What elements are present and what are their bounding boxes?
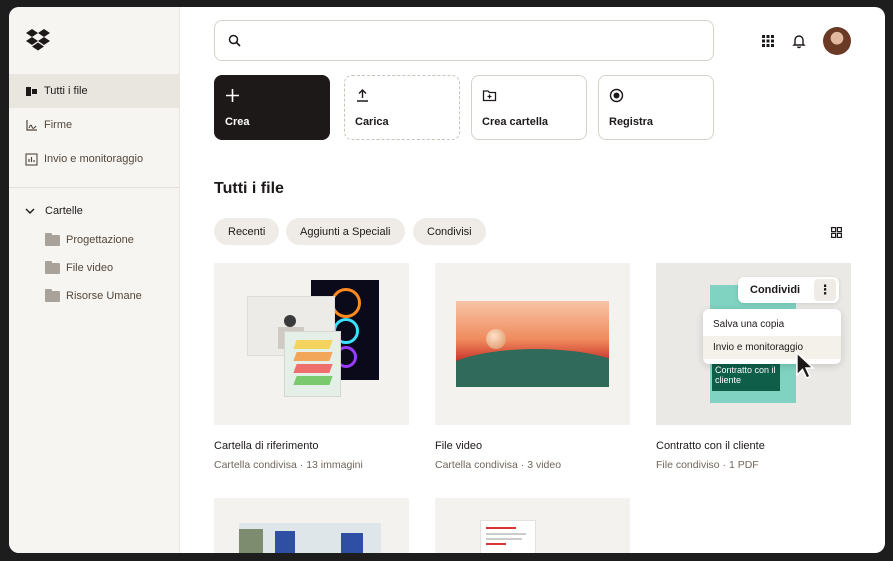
bell-icon[interactable]	[791, 33, 807, 49]
card-title[interactable]: Cartella di riferimento	[214, 440, 319, 452]
plus-icon	[226, 89, 239, 102]
filter-shared[interactable]: Condivisi	[413, 218, 486, 245]
folder-icon	[45, 260, 60, 274]
layers-image	[284, 331, 341, 397]
record-icon	[609, 88, 624, 103]
sidebar-folder[interactable]: Progettazione	[45, 230, 134, 250]
building-image	[239, 523, 381, 553]
apps-grid-icon[interactable]	[760, 33, 776, 49]
folders-section-label: Cartelle	[45, 205, 83, 217]
main-content: Crea Carica Crea cartella Registra Tutti…	[180, 7, 885, 553]
card-action-bar: Condividi ⋮	[738, 277, 839, 303]
signature-icon	[26, 119, 37, 131]
folders-section-toggle[interactable]: Cartelle	[25, 205, 83, 217]
context-menu: Salva una copia Invio e monitoraggio	[703, 309, 841, 364]
sidebar-folder[interactable]: File video	[45, 258, 113, 278]
sidebar-item-label: Invio e monitoraggio	[44, 153, 144, 165]
sidebar-item-label: Firme	[44, 119, 73, 131]
folder-label: Risorse Umane	[66, 290, 142, 302]
create-folder-label: Crea cartella	[482, 116, 549, 128]
sidebar-item-label: Tutti i file	[44, 85, 88, 97]
create-button[interactable]: Crea	[214, 75, 330, 140]
card-subtitle: Cartella condivisa · 3 video	[435, 459, 562, 471]
share-button[interactable]: Condividi	[738, 284, 814, 296]
folder-icon	[45, 232, 60, 246]
sidebar: Tutti i file Firme Invio e monitoraggio …	[9, 7, 180, 553]
upload-icon	[357, 89, 368, 102]
folder-label: File video	[66, 262, 114, 274]
chevron-down-icon	[25, 208, 35, 214]
folder-plus-icon	[482, 90, 497, 102]
card-thumbnail-reference-folder[interactable]	[214, 263, 409, 425]
record-label: Registra	[609, 116, 654, 128]
create-folder-button[interactable]: Crea cartella	[471, 75, 587, 140]
folder-label: Progettazione	[66, 234, 134, 246]
user-avatar[interactable]	[823, 27, 851, 55]
sidebar-item-all-files[interactable]: Tutti i file	[9, 74, 179, 108]
grid-view-icon[interactable]	[831, 227, 842, 238]
filter-recent[interactable]: Recenti	[214, 218, 280, 245]
card-title[interactable]: File video	[435, 440, 482, 452]
files-icon	[26, 86, 37, 96]
mouse-cursor-icon	[796, 351, 815, 379]
create-label: Crea	[225, 116, 250, 128]
document-preview	[480, 520, 536, 553]
sidebar-folder[interactable]: Risorse Umane	[45, 286, 142, 306]
contract-overlay-text: Contratto con il cliente	[712, 361, 780, 391]
video-thumbnail-image	[456, 301, 609, 387]
section-title: Tutti i file	[214, 180, 284, 197]
card-thumbnail-document[interactable]	[435, 498, 630, 553]
card-subtitle: Cartella condivisa · 13 immagini	[214, 459, 363, 471]
record-button[interactable]: Registra	[598, 75, 714, 140]
menu-item-send-track[interactable]: Invio e monitoraggio	[703, 336, 841, 359]
app-window: Tutti i file Firme Invio e monitoraggio …	[9, 7, 885, 553]
search-icon	[228, 34, 241, 47]
card-thumbnail-video-folder[interactable]	[435, 263, 630, 425]
dropbox-logo-icon[interactable]	[26, 29, 50, 51]
card-thumbnail-building[interactable]	[214, 498, 409, 553]
search-input[interactable]	[249, 33, 689, 48]
search-bar[interactable]	[214, 20, 714, 61]
card-subtitle: File condiviso · 1 PDF	[656, 459, 759, 471]
card-title[interactable]: Contratto con il cliente	[656, 440, 765, 452]
more-options-button[interactable]: ⋮	[814, 279, 836, 301]
filter-starred[interactable]: Aggiunti a Speciali	[286, 218, 405, 245]
menu-item-save-copy[interactable]: Salva una copia	[703, 313, 841, 336]
chart-icon	[25, 152, 38, 166]
sidebar-item-send-track[interactable]: Invio e monitoraggio	[9, 142, 179, 176]
upload-label: Carica	[355, 116, 389, 128]
sidebar-item-signatures[interactable]: Firme	[9, 108, 179, 142]
upload-button[interactable]: Carica	[344, 75, 460, 140]
folder-icon	[45, 288, 60, 302]
sidebar-divider	[9, 187, 179, 188]
